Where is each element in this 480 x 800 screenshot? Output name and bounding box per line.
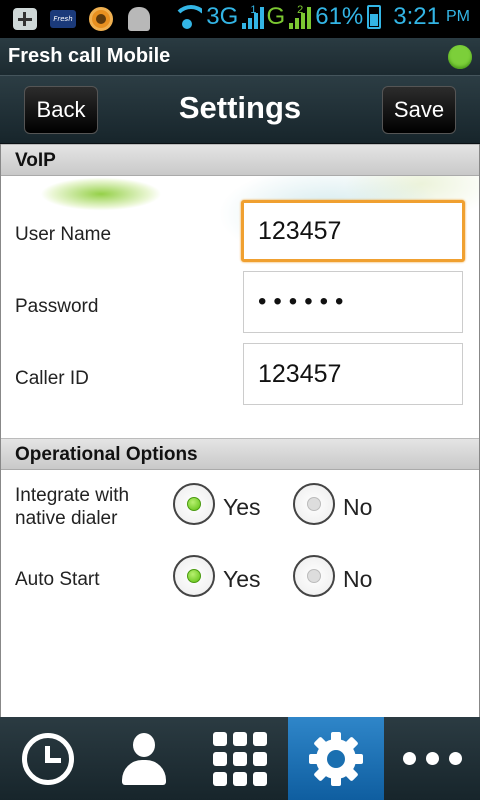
nav-settings[interactable] [288,717,384,800]
settings-header: Back Settings Save [0,76,480,144]
app-title-bar: Fresh call Mobile [0,38,480,76]
battery-percent: 61% [315,3,364,30]
app-title: Fresh call Mobile [8,45,171,67]
network-3g: 3G [206,3,239,30]
auto-start-no-label[interactable]: No [343,566,372,593]
integrate-dialer-label-line1: Integrate with [15,485,130,506]
auto-start-yes-radio[interactable] [173,555,215,597]
voip-section-header: VoIP [1,144,479,176]
integrate-dialer-yes-radio[interactable] [173,483,215,525]
caller-id-field[interactable]: 123457 [243,343,463,405]
password-field[interactable]: •••••• [243,271,463,333]
wifi-icon [172,5,203,29]
nav-more[interactable] [384,717,480,800]
history-icon [22,732,74,785]
clock-ampm: PM [446,8,470,25]
integrate-dialer-yes-label[interactable]: Yes [223,494,261,521]
integrate-dialer-no-radio[interactable] [293,483,335,525]
integrate-dialer-no-label[interactable]: No [343,494,372,521]
nav-dialpad[interactable] [192,717,288,800]
username-field[interactable]: 123457 [241,200,465,262]
add-icon [12,6,38,32]
username-label: User Name [15,224,112,245]
password-label: Password [15,296,99,317]
android-debug-icon [126,6,152,32]
contacts-icon [122,732,166,785]
options-section-title: Operational Options [15,444,198,465]
clock-time: 3:21 [393,3,440,30]
auto-start-no-radio[interactable] [293,555,335,597]
freshcall-icon: Fresh [50,6,76,32]
settings-content: VoIP User Name 123457 Password •••••• Ca… [0,144,480,717]
voip-section-title: VoIP [15,150,56,171]
more-icon [402,752,462,765]
nav-contacts[interactable] [96,717,192,800]
network-g: G [266,3,286,30]
integrate-dialer-label: Integrate with native dialer [15,484,129,530]
battery-icon [367,5,382,29]
auto-start-yes-label[interactable]: Yes [223,566,261,593]
settings-icon [309,731,363,786]
online-status-icon [448,45,472,69]
save-button[interactable]: Save [382,86,456,134]
status-bar: Fresh 3G 1 G 2 61% 3:21 PM [0,0,480,38]
integrate-dialer-label-line2: native dialer [15,508,118,529]
bottom-navigation [0,717,480,800]
sim1-indicator: 1 [250,4,257,16]
dialpad-icon [213,731,267,786]
caller-id-label: Caller ID [15,368,89,389]
sim2-indicator: 2 [297,4,304,16]
options-section-header: Operational Options [1,438,479,470]
auto-start-label: Auto Start [15,569,100,590]
nav-history[interactable] [0,717,96,800]
ring-app-icon [88,6,114,32]
